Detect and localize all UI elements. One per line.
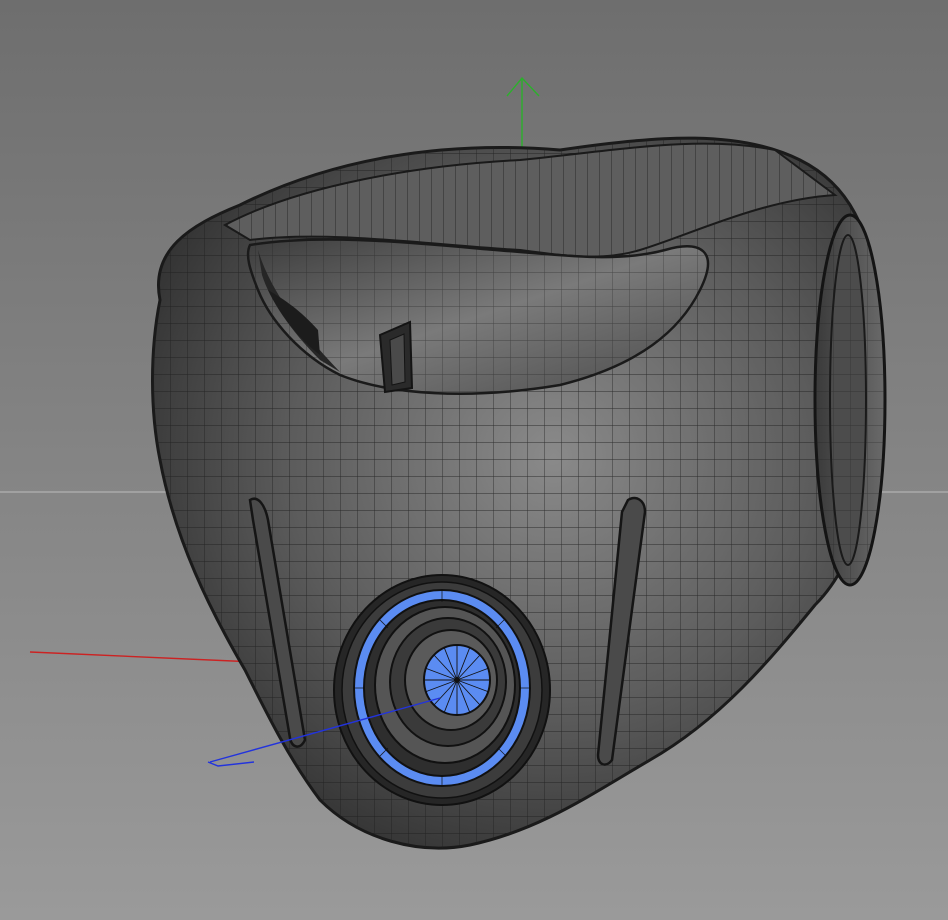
viewport-canvas[interactable] xyxy=(0,0,948,920)
filter-port[interactable] xyxy=(333,574,551,806)
side-ring xyxy=(813,213,887,587)
3d-viewport[interactable] xyxy=(0,0,948,920)
